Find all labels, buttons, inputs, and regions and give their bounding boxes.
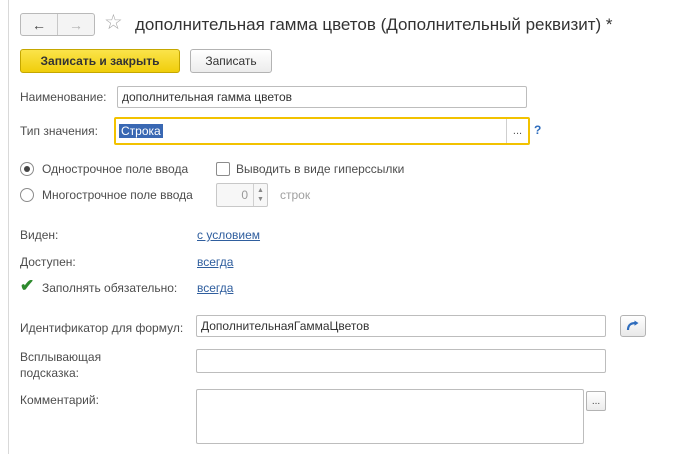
name-label: Наименование: (20, 90, 107, 104)
single-line-label: Однострочное поле ввода (42, 162, 189, 176)
single-line-radio[interactable] (20, 162, 34, 176)
help-icon[interactable]: ? (534, 123, 541, 137)
comment-expand-button[interactable]: ... (586, 391, 606, 411)
comment-label: Комментарий: (20, 393, 99, 407)
required-label: Заполнять обязательно: (42, 281, 178, 295)
tooltip-label-line1: Всплывающая (20, 350, 102, 364)
navigation-buttons: ← → (20, 13, 95, 36)
type-input[interactable]: Строка ... (114, 117, 530, 145)
checkmark-icon: ✔ (20, 276, 35, 295)
arrow-right-icon: → (69, 16, 83, 33)
name-input[interactable]: дополнительная гамма цветов (117, 86, 527, 108)
formula-id-input[interactable]: ДополнительнаяГаммаЦветов (196, 315, 606, 337)
chevron-up-icon[interactable]: ▲ (257, 186, 264, 195)
tooltip-label-line2: подсказка: (20, 366, 79, 380)
enabled-label: Доступен: (20, 255, 76, 269)
enabled-link[interactable]: всегда (197, 255, 233, 269)
lines-unit: строк (280, 188, 311, 202)
lines-value: 0 (241, 188, 248, 202)
type-select-button[interactable]: ... (506, 119, 528, 143)
required-link[interactable]: всегда (197, 281, 233, 295)
forward-button[interactable]: → (57, 14, 94, 35)
favorite-star-icon[interactable]: ☆ (104, 11, 123, 35)
tooltip-input[interactable] (196, 349, 606, 373)
hyperlink-checkbox[interactable] (216, 162, 230, 176)
window-title: дополнительная гамма цветов (Дополнитель… (135, 15, 613, 34)
arrow-left-icon: ← (32, 16, 46, 33)
type-label: Тип значения: (20, 124, 98, 138)
back-button[interactable]: ← (21, 14, 57, 35)
left-border (8, 0, 9, 454)
hyperlink-label: Выводить в виде гиперссылки (236, 162, 405, 176)
chevron-down-icon[interactable]: ▼ (257, 195, 264, 204)
formula-id-value: ДополнительнаяГаммаЦветов (201, 319, 370, 333)
formula-id-label: Идентификатор для формул: (20, 321, 184, 335)
comment-textarea[interactable] (196, 389, 584, 444)
save-button[interactable]: Записать (190, 49, 272, 73)
type-value: Строка (119, 124, 163, 138)
multi-line-label: Многострочное поле ввода (42, 188, 193, 202)
visible-label: Виден: (20, 228, 59, 242)
refresh-arrow-icon (626, 320, 639, 331)
visible-link[interactable]: с условием (197, 228, 260, 242)
lines-stepper[interactable]: 0 ▲ ▼ (216, 183, 268, 207)
save-and-close-button[interactable]: Записать и закрыть (20, 49, 180, 73)
generate-id-button[interactable] (620, 315, 646, 337)
multi-line-radio[interactable] (20, 188, 34, 202)
name-value: дополнительная гамма цветов (122, 90, 293, 104)
stepper-arrows[interactable]: ▲ ▼ (253, 184, 267, 206)
